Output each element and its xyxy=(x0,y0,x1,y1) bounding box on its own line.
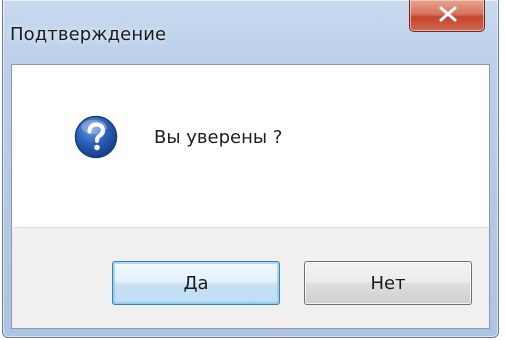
close-icon xyxy=(439,6,457,22)
button-bar: Да Нет xyxy=(12,227,489,328)
dialog-message: Вы уверены ? xyxy=(154,127,283,148)
yes-button-label: Да xyxy=(183,272,209,294)
message-area: Вы уверены ? xyxy=(12,65,489,227)
yes-button[interactable]: Да xyxy=(112,261,280,305)
confirm-dialog: Подтверждение Вы уверены ? Да Нет xyxy=(2,0,499,338)
no-button-label: Нет xyxy=(370,272,406,294)
dialog-title: Подтверждение xyxy=(10,24,167,45)
no-button[interactable]: Нет xyxy=(304,261,472,305)
title-bar[interactable]: Подтверждение xyxy=(3,0,498,64)
question-icon xyxy=(74,115,118,159)
dialog-body: Вы уверены ? Да Нет xyxy=(11,64,490,329)
close-button[interactable] xyxy=(409,0,485,32)
